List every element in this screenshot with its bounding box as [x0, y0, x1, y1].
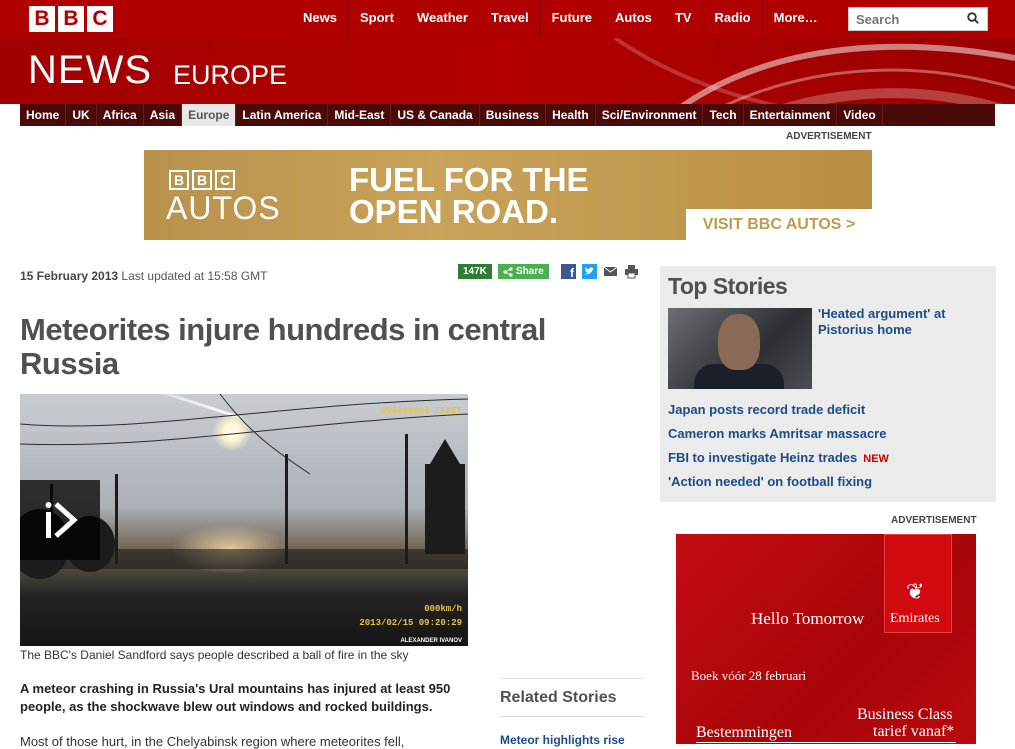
banner-headline: FUEL FOR THE OPEN ROAD. — [349, 161, 589, 230]
video-player[interactable]: 000000000 TEXET 000km/h 2013/02/15 09:20… — [20, 394, 468, 646]
section-mid-east[interactable]: Mid-East — [328, 104, 392, 126]
article-intro: A meteor crashing in Russia's Ural mount… — [20, 681, 451, 714]
video-credit: ALEXANDER IVANOV — [400, 638, 462, 644]
article-dateline: 15 February 2013 Last updated at 15:58 G… — [20, 269, 268, 283]
bbc-autos-banner-ad[interactable]: B B C AUTOS FUEL FOR THE OPEN ROAD. VISI… — [144, 150, 872, 240]
section-home[interactable]: Home — [20, 104, 67, 126]
top-story-link[interactable]: FBI to investigate Heinz trades NEW — [668, 450, 889, 474]
share-tools: 147K Share f — [458, 264, 639, 279]
top-story-thumbnail[interactable] — [668, 308, 812, 389]
news-region: EUROPE — [173, 60, 288, 90]
banner-bbc-logo: B B C — [169, 170, 235, 190]
share-label: Share — [515, 266, 544, 277]
emirates-tagline: Hello Tomorrow — [751, 609, 865, 628]
section-asia[interactable]: Asia — [144, 104, 183, 126]
emirates-ad[interactable]: ❦ Emirates Hello Tomorrow Boek vóór 28 f… — [676, 534, 976, 744]
emirates-emblem-icon: ❦ — [906, 580, 925, 605]
related-stories: Related Stories Meteor highlights rise — [500, 678, 644, 747]
logo-letter: B — [169, 170, 189, 190]
emirates-divider — [696, 742, 956, 743]
section-uk[interactable]: UK — [66, 104, 97, 126]
section-us-canada[interactable]: US & Canada — [391, 104, 480, 126]
emirates-brand: Emirates — [890, 611, 940, 626]
print-icon[interactable] — [624, 264, 639, 279]
search-icon[interactable] — [967, 12, 979, 24]
banner-headline-line: FUEL FOR THE — [349, 161, 589, 198]
top-story-text: 'Action needed' on football fixing — [668, 474, 873, 489]
emirates-booking-text: Boek vóór 28 februari — [691, 668, 807, 683]
twitter-icon[interactable] — [581, 264, 597, 279]
section-tech[interactable]: Tech — [703, 104, 744, 126]
global-nav: News Sport Weather Travel Future Autos T… — [291, 0, 829, 38]
banner-headline-line: OPEN ROAD. — [349, 193, 559, 230]
new-badge: NEW — [863, 453, 889, 465]
section-entertainment[interactable]: Entertainment — [744, 104, 838, 126]
article-date: 15 February 2013 — [20, 269, 119, 283]
top-story-link[interactable]: Japan posts record trade deficit — [668, 402, 889, 426]
emirates-business-class: Business Class — [857, 706, 953, 723]
section-health[interactable]: Health — [546, 104, 596, 126]
top-stories-list: Japan posts record trade deficit Cameron… — [668, 402, 889, 498]
related-story-link[interactable]: Meteor highlights rise — [500, 717, 644, 747]
bbc-logo[interactable]: B B C — [29, 6, 113, 32]
section-sci-environment[interactable]: Sci/Environment — [596, 104, 704, 126]
facebook-icon[interactable]: f — [560, 264, 576, 279]
section-nav: Home UK Africa Asia Europe Latin America… — [20, 104, 995, 126]
article-headline: Meteorites injure hundreds in central Ru… — [20, 312, 546, 381]
share-icon — [503, 266, 513, 277]
top-story-text: Cameron marks Amritsar massacre — [668, 426, 887, 441]
section-video[interactable]: Video — [837, 104, 883, 126]
email-icon[interactable] — [603, 264, 618, 279]
section-business[interactable]: Business — [480, 104, 547, 126]
top-story-link[interactable]: 'Action needed' on football fixing — [668, 474, 889, 498]
top-story-link[interactable]: Cameron marks Amritsar massacre — [668, 426, 889, 450]
video-overlay-counter: 000000000 TEXET — [380, 406, 462, 416]
video-caption: The BBC's Daniel Sandford says people de… — [20, 648, 409, 662]
video-overlay-speed: 000km/h — [424, 604, 462, 614]
logo-letter: B — [192, 170, 212, 190]
search-input[interactable] — [849, 8, 959, 30]
nav-autos[interactable]: Autos — [603, 0, 663, 38]
logo-letter: B — [58, 6, 84, 32]
article-body-paragraph: Most of those hurt, in the Chelyabinsk r… — [20, 734, 405, 749]
masthead-swirl-graphic — [613, 38, 1015, 104]
section-europe[interactable]: Europe — [182, 104, 237, 126]
search-box — [848, 7, 988, 31]
advertisement-label: ADVERTISEMENT — [786, 131, 872, 142]
logo-letter: B — [29, 6, 55, 32]
emirates-fare-label: tarief vanaf* — [873, 723, 955, 740]
top-stories-panel: Top Stories 'Heated argument' at Pistori… — [660, 266, 996, 502]
global-header: B B C News Sport Weather Travel Future A… — [0, 0, 1015, 38]
nav-news[interactable]: News — [291, 0, 348, 38]
top-story-text: Japan posts record trade deficit — [668, 402, 866, 417]
top-story-text: FBI to investigate Heinz trades — [668, 450, 858, 465]
nav-radio[interactable]: Radio — [702, 0, 762, 38]
banner-autos-word: AUTOS — [166, 190, 281, 226]
advertisement-label: ADVERTISEMENT — [891, 515, 977, 526]
nav-future[interactable]: Future — [539, 0, 603, 38]
section-latin-america[interactable]: Latin America — [236, 104, 329, 126]
share-button[interactable]: Share — [497, 264, 549, 279]
visit-bbc-autos-button[interactable]: VISIT BBC AUTOS > — [686, 209, 872, 240]
news-title[interactable]: NEWS — [28, 48, 152, 93]
news-masthead: NEWS EUROPE — [0, 38, 1015, 104]
logo-letter: C — [215, 170, 235, 190]
article-updated: Last updated at 15:58 GMT — [121, 269, 268, 283]
top-story-lead-link[interactable]: 'Heated argument' at Pistorius home — [818, 306, 978, 338]
thumbnail-figure-face — [718, 314, 760, 370]
video-overlay-timestamp: 2013/02/15 09:20:29 — [359, 618, 462, 628]
nav-weather[interactable]: Weather — [404, 0, 479, 38]
top-stories-title: Top Stories — [668, 273, 788, 299]
share-count: 147K — [458, 264, 492, 279]
related-stories-title: Related Stories — [500, 679, 644, 717]
nav-tv[interactable]: TV — [662, 0, 703, 38]
emirates-destinations: Bestemmingen — [696, 724, 792, 741]
play-icon — [45, 502, 78, 538]
nav-more[interactable]: More… — [761, 0, 829, 38]
nav-sport[interactable]: Sport — [347, 0, 405, 38]
section-africa[interactable]: Africa — [97, 104, 144, 126]
nav-travel[interactable]: Travel — [478, 0, 540, 38]
logo-letter: C — [87, 6, 113, 32]
play-button[interactable] — [20, 480, 100, 560]
